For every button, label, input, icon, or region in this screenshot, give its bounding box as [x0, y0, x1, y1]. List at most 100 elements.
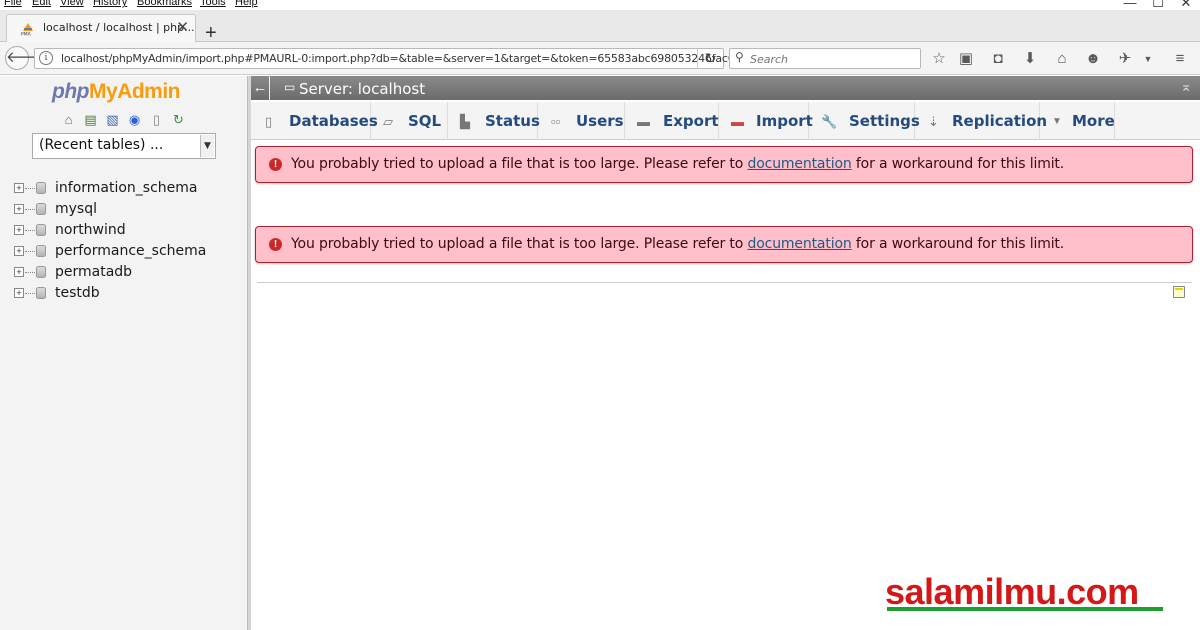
database-icon [36, 224, 46, 236]
close-window-button[interactable]: ✕ [1172, 0, 1200, 10]
database-icon [36, 287, 46, 299]
error-text: You probably tried to upload a file that… [291, 156, 1064, 172]
pma-logo[interactable]: phpMyAdmin [52, 80, 180, 104]
hamburger-menu-icon[interactable]: ≡ [1170, 50, 1190, 70]
sql-icon: ▱ [383, 114, 393, 129]
menu-edit[interactable]: Edit [32, 0, 51, 8]
menu-view[interactable]: View [60, 0, 84, 8]
tab-title: localhost / localhost | php... [43, 21, 195, 34]
docs-icon[interactable]: ▯ [148, 112, 165, 127]
export-icon: ▬ [637, 114, 650, 129]
extension-icon[interactable]: ✈ [1115, 50, 1135, 70]
menu-help[interactable]: Help [235, 0, 258, 8]
search-input[interactable] [750, 51, 915, 67]
db-name[interactable]: performance_schema [55, 243, 206, 259]
documentation-link[interactable]: documentation [748, 156, 852, 172]
quick-icons: ⌂ ▤ ▧ ◉ ▯ ↻ [60, 112, 187, 127]
download-icon[interactable]: ⬇ [1020, 50, 1040, 70]
documentation-link[interactable]: documentation [748, 236, 852, 252]
maximize-button[interactable]: ☐ [1144, 0, 1172, 10]
expand-icon[interactable]: + [14, 246, 24, 256]
db-row-northwind[interactable]: + northwind [12, 220, 232, 241]
window-controls: — ☐ ✕ [1116, 0, 1200, 10]
back-button[interactable]: 🡐 [5, 46, 46, 70]
smiley-icon[interactable]: ☻ [1083, 50, 1103, 70]
error-icon: ! [269, 238, 282, 251]
site-info-icon[interactable]: i [39, 51, 53, 65]
collapse-panel-button[interactable]: ← [251, 76, 270, 100]
tab-more[interactable]: ▼ More [1040, 102, 1115, 140]
close-tab-icon[interactable]: ✕ [176, 18, 189, 36]
db-name[interactable]: northwind [55, 222, 126, 238]
db-row-performance-schema[interactable]: + performance_schema [12, 241, 232, 262]
db-name[interactable]: information_schema [55, 180, 198, 196]
server-title[interactable]: Server: localhost [299, 80, 425, 98]
error-text-after: for a workaround for this limit. [851, 236, 1065, 252]
error-text-before: You probably tried to upload a file that… [291, 156, 748, 172]
tab-label: Replication [952, 112, 1048, 130]
tab-status[interactable]: ▙ Status [448, 102, 540, 140]
reading-list-icon[interactable]: ▣ [956, 50, 976, 70]
tree-connector [25, 209, 35, 210]
url-text[interactable]: localhost/phpMyAdmin/import.php#PMAURL-0… [61, 52, 760, 65]
error-icon: ! [269, 158, 282, 171]
db-row-mysql[interactable]: + mysql [12, 199, 232, 220]
menu-bar: File Edit View History Bookmarks Tools H… [0, 0, 1200, 10]
star-icon[interactable]: ☆ [929, 50, 949, 70]
help-icon[interactable]: ◉ [126, 112, 143, 127]
logout-icon[interactable]: ▤ [82, 112, 99, 127]
tab-databases[interactable]: ▯ Databases [251, 102, 378, 140]
settings-icon: 🔧 [821, 114, 838, 129]
sql-query-icon[interactable]: ▧ [104, 112, 121, 127]
recent-tables-select[interactable]: (Recent tables) ... ▼ [32, 133, 216, 159]
svg-text:PMA: PMA [21, 32, 32, 37]
menu-file[interactable]: File [4, 0, 22, 8]
error-text-after: for a workaround for this limit. [851, 156, 1065, 172]
console-icon[interactable] [1173, 286, 1185, 298]
database-tree: + information_schema + mysql + northwind… [12, 178, 232, 304]
minimize-button[interactable]: — [1116, 0, 1144, 10]
database-icon [36, 266, 46, 278]
menu-bookmarks[interactable]: Bookmarks [137, 0, 192, 8]
tab-label: Import [756, 112, 813, 130]
tab-users[interactable]: ▫▫ Users [538, 102, 625, 140]
db-row-testdb[interactable]: + testdb [12, 283, 232, 304]
expand-icon[interactable]: + [14, 288, 24, 298]
expand-icon[interactable]: + [14, 204, 24, 214]
recent-tables-value: (Recent tables) ... [39, 137, 164, 153]
db-name[interactable]: testdb [55, 285, 100, 301]
pocket-icon[interactable]: ◘ [988, 50, 1008, 70]
panel-resizer[interactable] [248, 76, 251, 630]
menu-history[interactable]: History [93, 0, 127, 8]
chevron-down-icon[interactable]: ▼ [200, 135, 214, 157]
tab-replication[interactable]: ⇣ Replication [915, 102, 1047, 140]
pma-favicon-icon: PMA [21, 23, 33, 37]
expand-icon[interactable]: + [14, 225, 24, 235]
menu-tools[interactable]: Tools [200, 0, 226, 8]
tab-label: SQL [408, 112, 442, 130]
overflow-icon[interactable]: ▼ [1138, 50, 1158, 70]
tab-settings[interactable]: 🔧 Settings [809, 102, 920, 140]
content-divider [257, 282, 1192, 283]
reload-icon[interactable]: ↻ [170, 112, 187, 127]
db-name[interactable]: mysql [55, 201, 97, 217]
tree-connector [25, 230, 35, 231]
chevron-down-icon: ▼ [1052, 116, 1062, 127]
db-name[interactable]: permatadb [55, 264, 132, 280]
tab-export[interactable]: ▬ Export [625, 102, 719, 140]
browser-tab[interactable]: PMA localhost / localhost | php... ✕ [6, 14, 196, 42]
expand-icon[interactable]: + [14, 267, 24, 277]
scroll-top-icon[interactable]: ⌅ [1180, 78, 1192, 95]
url-bar[interactable]: i localhost/phpMyAdmin/import.php#PMAURL… [34, 48, 760, 69]
db-row-permatadb[interactable]: + permatadb [12, 262, 232, 283]
home-icon[interactable]: ⌂ [60, 112, 77, 127]
new-tab-button[interactable]: + [205, 23, 217, 43]
search-icon: ⚲ [735, 50, 744, 64]
home-icon[interactable]: ⌂ [1052, 50, 1072, 70]
expand-icon[interactable]: + [14, 183, 24, 193]
search-box[interactable]: ⚲ [729, 48, 921, 69]
db-row-information-schema[interactable]: + information_schema [12, 178, 232, 199]
reload-icon[interactable]: ↻ [697, 48, 723, 69]
tab-sql[interactable]: ▱ SQL [371, 102, 448, 140]
tab-import[interactable]: ▬ Import [719, 102, 813, 140]
